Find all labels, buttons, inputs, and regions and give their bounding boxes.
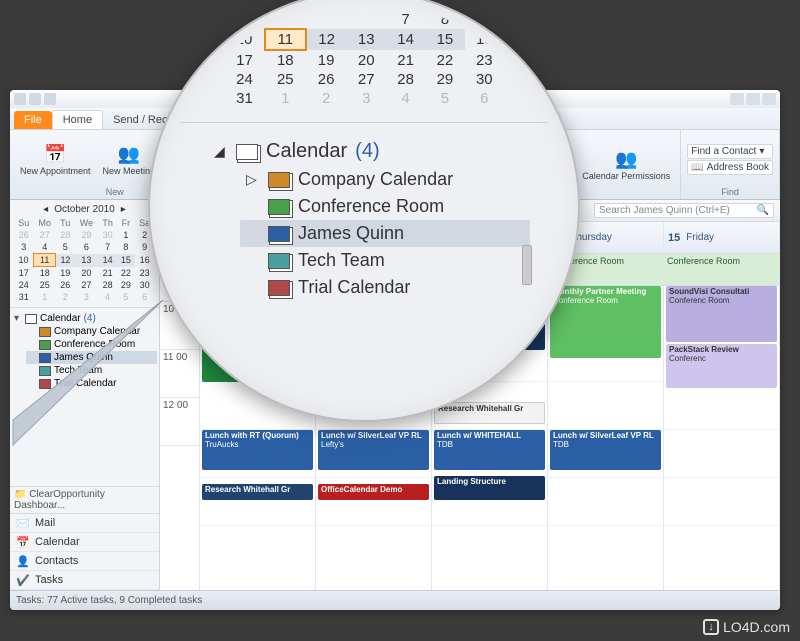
- dashboard-row[interactable]: 📁 ClearOpportunity Dashboar...: [10, 486, 159, 513]
- watermark: LO4D.com: [703, 619, 790, 635]
- nav-contacts[interactable]: 👤Contacts: [10, 552, 159, 571]
- calendar-event[interactable]: Lunch w/ SilverLeaf VP RLLefty's: [318, 430, 429, 470]
- tree-header[interactable]: ◢ Calendar (4): [208, 137, 530, 166]
- calendar-event[interactable]: Lunch w/ SilverLeaf VP RLTDB: [550, 430, 661, 470]
- find-contact-input[interactable]: Find a Contact ▾: [687, 144, 773, 159]
- allday-event[interactable]: Conference Room: [664, 254, 779, 286]
- sidebar-item-tech-team[interactable]: Tech Team: [26, 364, 157, 377]
- minimize-button[interactable]: [730, 93, 744, 105]
- sidebar-item-james-quinn[interactable]: James Quinn: [240, 220, 530, 247]
- tree-header[interactable]: ▾ Calendar (4): [12, 312, 157, 325]
- search-input[interactable]: Search James Quinn (Ctrl+E) 🔍: [594, 203, 774, 218]
- caret-right-icon: ▷: [246, 171, 260, 188]
- sidebar-item-james-quinn[interactable]: James Quinn: [26, 351, 157, 364]
- magnifier-overlay: 7810111213141516171819202122232425262728…: [148, 0, 580, 422]
- calendar-event[interactable]: SoundVisi ConsultatiConferenc Room: [666, 286, 777, 342]
- sidebar-item-trial-calendar[interactable]: Trial Calendar: [240, 274, 530, 301]
- sidebar-item-company-calendar[interactable]: Company Calendar: [26, 325, 157, 338]
- status-bar: Tasks: 77 Active tasks, 9 Completed task…: [10, 590, 780, 610]
- folder-icon: 📁: [14, 489, 26, 500]
- calendar-color-icon: [39, 340, 51, 350]
- calendar-tree: ▾ Calendar (4) Company CalendarConferenc…: [10, 308, 159, 486]
- calendar-color-icon: [268, 253, 290, 269]
- meeting-icon: 👥: [117, 143, 141, 167]
- calendar-icon: [25, 314, 37, 324]
- month-label: October 2010: [54, 204, 115, 215]
- maximize-button[interactable]: [746, 93, 760, 105]
- new-appointment-button[interactable]: 📅 New Appointment: [16, 141, 95, 179]
- nav-links: ✉️Mail 📅Calendar 👤Contacts ✔️Tasks: [10, 513, 159, 590]
- search-icon: 🔍: [757, 205, 769, 216]
- calendar-icon: 📅: [43, 143, 67, 167]
- calendar-event[interactable]: Landing Structure: [434, 476, 545, 500]
- ribbon-group-find: Find a Contact ▾ 📖 Address Book Find: [681, 130, 780, 199]
- magnified-minicalendar: 7810111213141516171819202122232425262728…: [224, 10, 504, 108]
- download-icon: [703, 619, 719, 635]
- calendar-color-icon: [268, 226, 290, 242]
- calendar-color-icon: [39, 327, 51, 337]
- navigation-pane: ◂ October 2010 ▸ SuMoTuWeThFrSa 26272829…: [10, 200, 160, 590]
- contacts-icon: 👤: [16, 555, 30, 567]
- mini-calendar[interactable]: ◂ October 2010 ▸ SuMoTuWeThFrSa 26272829…: [10, 200, 159, 308]
- day-column[interactable]: Conference RoomMonthly Partner MeetingCo…: [548, 254, 664, 590]
- calendar-event[interactable]: Research Whitehall Gr: [202, 484, 313, 500]
- group-label: Find: [721, 187, 739, 197]
- calendar-event[interactable]: Monthly Partner MeetingConference Room: [550, 286, 661, 358]
- sidebar-item-trial-calendar[interactable]: Trial Calendar: [26, 377, 157, 390]
- calendar-event[interactable]: OfficeCalendar Demo: [318, 484, 429, 500]
- people-icon: 👥: [614, 148, 638, 172]
- chevron-down-icon: ▾: [759, 146, 764, 157]
- nav-mail[interactable]: ✉️Mail: [10, 514, 159, 533]
- calendar-icon: [236, 144, 258, 160]
- calendar-color-icon: [268, 199, 290, 215]
- sidebar-item-conference-room[interactable]: Conference Room: [26, 338, 157, 351]
- qat-button[interactable]: [14, 93, 26, 105]
- caret-down-icon: ▾: [14, 313, 22, 324]
- address-book-button[interactable]: 📖 Address Book: [687, 160, 773, 175]
- caret-down-icon: ◢: [214, 143, 228, 160]
- day-header[interactable]: 15Friday: [664, 222, 780, 253]
- calendar-icon: 📅: [16, 536, 30, 548]
- close-button[interactable]: [762, 93, 776, 105]
- calendar-event[interactable]: Lunch w/ WHITEHALLTDB: [434, 430, 545, 470]
- tab-file[interactable]: File: [14, 111, 52, 129]
- sidebar-item-conference-room[interactable]: Conference Room: [240, 193, 530, 220]
- calendar-color-icon: [268, 172, 290, 188]
- qat-button[interactable]: [44, 93, 56, 105]
- sidebar-item-company-calendar[interactable]: ▷Company Calendar: [240, 166, 530, 193]
- day-column[interactable]: Conference RoomSoundVisi ConsultatiConfe…: [664, 254, 780, 590]
- calendar-color-icon: [39, 366, 51, 376]
- calendar-color-icon: [39, 353, 51, 363]
- calendar-color-icon: [268, 280, 290, 296]
- tasks-icon: ✔️: [16, 574, 30, 586]
- mail-icon: ✉️: [16, 517, 30, 529]
- prev-month-icon[interactable]: ◂: [43, 204, 48, 215]
- calendar-event[interactable]: Lunch with RT (Quorum)TruAucks: [202, 430, 313, 470]
- minical-grid[interactable]: SuMoTuWeThFrSa 2627282930123456789101112…: [14, 217, 155, 303]
- nav-calendar[interactable]: 📅Calendar: [10, 533, 159, 552]
- calendar-event[interactable]: Research Whitehall Gr: [434, 402, 545, 424]
- calendar-event[interactable]: PackStack ReviewConferenc: [666, 344, 777, 388]
- book-icon: 📖: [691, 162, 703, 173]
- qat-button[interactable]: [29, 93, 41, 105]
- magnified-tree: ◢ Calendar (4) ▷Company CalendarConferen…: [208, 137, 530, 301]
- nav-tasks[interactable]: ✔️Tasks: [10, 571, 159, 590]
- calendar-color-icon: [39, 379, 51, 389]
- sidebar-item-tech-team[interactable]: Tech Team: [240, 247, 530, 274]
- group-label: New: [106, 187, 124, 197]
- calendar-permissions-button[interactable]: 👥 Calendar Permissions: [578, 146, 674, 184]
- tab-home[interactable]: Home: [52, 110, 103, 129]
- ribbon-group-permissions: 👥 Calendar Permissions: [572, 130, 681, 199]
- next-month-icon[interactable]: ▸: [121, 204, 126, 215]
- scrollbar-thumb[interactable]: [522, 245, 532, 285]
